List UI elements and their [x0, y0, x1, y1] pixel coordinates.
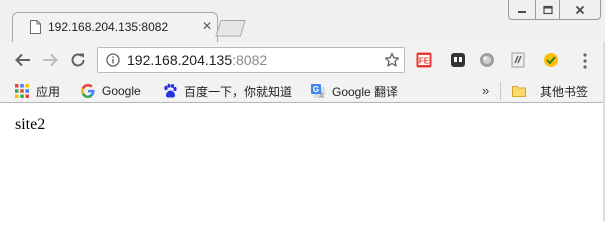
- bookmark-google-label: Google: [102, 84, 141, 98]
- bookmark-star-icon[interactable]: [384, 52, 400, 68]
- globe-extension-icon[interactable]: [479, 52, 495, 68]
- maximize-button[interactable]: [535, 0, 559, 19]
- bookmark-google-translate-label: Google 翻译: [332, 84, 399, 99]
- close-window-icon: [575, 5, 585, 14]
- tab-strip: 192.168.204.135:8082 ✕: [0, 0, 605, 42]
- bookmark-google-translate[interactable]: G 文 Google 翻译: [310, 82, 398, 100]
- bookmark-google[interactable]: Google: [80, 82, 141, 100]
- page-icon: [30, 20, 41, 34]
- google-translate-icon: G 文: [311, 84, 325, 99]
- script-extension-icon[interactable]: [510, 52, 526, 68]
- bookmark-apps[interactable]: 应用: [14, 82, 60, 100]
- bookmark-baidu-label: 百度一下，你就知道: [184, 84, 293, 99]
- site-info-icon[interactable]: [106, 53, 120, 67]
- bookmark-other-folder-label: 其他书签: [540, 84, 589, 99]
- apps-grid-icon: [15, 84, 29, 98]
- new-tab-button[interactable]: [215, 19, 247, 37]
- url-text[interactable]: 192.168.204.135:8082: [127, 52, 267, 68]
- browser-window: 192.168.204.135:8082 ✕ 192.168.204.135:8…: [0, 0, 605, 221]
- bookmarks-bar: 应用 Google 百度一下，你就知道 G 文 Google 翻译 » 其他书签: [0, 78, 605, 103]
- back-arrow-icon[interactable]: [14, 51, 32, 69]
- bookmarks-overflow-chevron[interactable]: »: [482, 83, 489, 98]
- minimize-icon: [518, 10, 526, 13]
- tab-title: 192.168.204.135:8082: [48, 20, 169, 34]
- close-tab-icon[interactable]: ✕: [201, 20, 213, 32]
- page-body-text: site2: [15, 116, 46, 133]
- svg-text:文: 文: [319, 92, 324, 99]
- folder-icon: [512, 86, 526, 97]
- forward-arrow-icon[interactable]: [41, 51, 59, 69]
- window-controls: [508, 0, 601, 20]
- restore-icon: [542, 5, 553, 14]
- menu-icon[interactable]: [583, 53, 587, 69]
- active-tab[interactable]: 192.168.204.135:8082 ✕: [12, 12, 218, 42]
- shield-extension-icon[interactable]: [543, 52, 559, 68]
- url-port: :8082: [232, 52, 268, 68]
- bookmark-other-folder[interactable]: 其他书签: [511, 82, 588, 100]
- bookmark-baidu[interactable]: 百度一下，你就知道: [162, 82, 292, 100]
- bookmark-apps-label: 应用: [36, 84, 61, 99]
- browser-toolbar: 192.168.204.135:8082 FE: [0, 42, 605, 78]
- baidu-paw-icon: [164, 83, 177, 98]
- google-g-icon: [81, 84, 95, 98]
- reload-icon[interactable]: [69, 51, 87, 69]
- address-bar[interactable]: 192.168.204.135:8082: [97, 47, 405, 73]
- flash-extension-icon[interactable]: FE: [416, 52, 432, 68]
- bookmarks-divider: [500, 82, 501, 100]
- close-window-button[interactable]: [559, 0, 600, 19]
- ghost-extension-icon[interactable]: [450, 52, 466, 68]
- url-host: 192.168.204.135: [127, 52, 233, 68]
- page-content: site2: [0, 103, 605, 221]
- minimize-button[interactable]: [509, 0, 535, 19]
- svg-text:FE: FE: [419, 57, 430, 66]
